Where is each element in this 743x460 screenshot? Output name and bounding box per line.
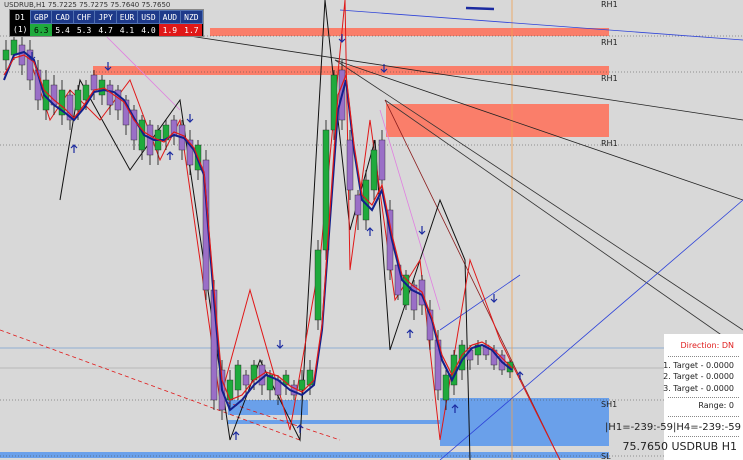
chart-area[interactable]: USDRUB,H1 75.7225 75.7275 75.7640 75.765… [0,0,743,460]
currency-usd: USD [137,10,160,24]
level-rh1-4: RH1 [601,139,618,148]
bear-candle [354,194,362,216]
support-zone [0,452,609,458]
currency-chf: CHF [72,10,96,24]
bull-candle [82,84,90,101]
bull-candle [2,49,10,61]
arrow-down-icon [418,226,426,235]
arrow-up-icon [406,329,414,338]
level-sh1: SH1 [601,400,618,409]
info-panel: Direction: DN 1. Target - 0.0000 2. Targ… [605,334,743,460]
arrow-down-icon [276,340,284,349]
bull-candle [314,249,322,321]
currency-strength-table: D1 GBP CAD CHF JPY EUR USD AUD NZD (1) 6.3 5.4 5.… [9,9,204,37]
bull-candle [74,89,82,111]
arrow-up-icon [166,151,174,160]
strength-value-usd: 4.0 [141,25,156,35]
bear-candle [378,139,386,181]
level-rh1-top: RH1 [601,0,618,9]
currency-cad: CAD [51,10,74,24]
target-2: 2. Target - 0.0000 [663,372,734,381]
support-zone [440,398,609,446]
arrow-down-icon [186,114,194,123]
trendline [439,274,521,331]
strength-value-aud: 1.9 [159,23,181,36]
timeframe-hl-label: |H1=-239:-59|H4=-239:-59 [604,422,741,433]
bull-candle [282,374,290,386]
currency-aud: AUD [158,10,182,24]
resistance-zone [210,28,609,36]
support-zone [228,420,440,424]
range-label: Range: 0 [698,401,734,410]
bull-candle [234,364,242,391]
strength-value-cad: 5.4 [55,25,70,35]
direction-label: Direction: DN [680,341,734,350]
bear-candle [346,139,354,191]
info-separator [668,416,739,417]
bull-candle [306,369,314,386]
price-symbol-label: 75.7650 USDRUB H1 [622,440,738,453]
bull-candle [362,179,370,221]
arrow-down-icon [490,294,498,303]
bull-candle [10,39,18,56]
strength-value-chf: 5.3 [76,25,92,35]
price-chart[interactable] [0,0,743,460]
bull-candle [442,374,450,401]
level-rh1-2: RH1 [601,38,618,47]
symbol-header: USDRUB,H1 75.7225 75.7275 75.7640 75.765… [4,1,171,9]
bull-candle [226,379,234,401]
strength-value-eur: 4.1 [119,25,135,35]
arrow-up-icon [70,144,78,153]
bull-candle [370,149,378,191]
arrow-up-icon [296,424,304,433]
target-1: 1. Target - 0.0000 [663,361,734,370]
trendline [384,99,743,351]
strength-value-gbp: 6.3 [30,23,52,36]
info-separator [668,436,739,437]
bear-candle [90,74,98,91]
bear-candle [242,374,250,386]
bull-candle [250,364,258,381]
level-sl: SL [601,452,611,460]
currency-values-row: (1) 6.3 5.4 5.3 4.7 4.1 4.0 1.9 1.7 [10,23,203,36]
target-3: 3. Target - 0.0000 [663,384,734,393]
bear-candle [106,84,114,106]
currency-gbp: GBP [29,10,53,24]
level-rh1-3: RH1 [601,74,618,83]
marker-dash [465,6,495,11]
currency-jpy: JPY [94,10,117,24]
strength-value-nzd: 1.7 [180,23,203,36]
arrow-up-icon [366,227,374,236]
bull-candle [298,379,306,391]
candles-layer [2,30,514,420]
row-label: (1) [13,25,28,35]
info-separator [668,397,739,398]
currency-header-row: D1 GBP CAD CHF JPY EUR USD AUD NZD [10,10,203,24]
strength-value-jpy: 4.7 [98,25,113,35]
info-separator [668,356,739,357]
currency-nzd: NZD [180,10,203,24]
resistance-zone [386,104,609,137]
currency-eur: EUR [115,10,139,24]
arrow-up-icon [232,431,240,440]
timeframe-label: D1 [15,12,25,22]
